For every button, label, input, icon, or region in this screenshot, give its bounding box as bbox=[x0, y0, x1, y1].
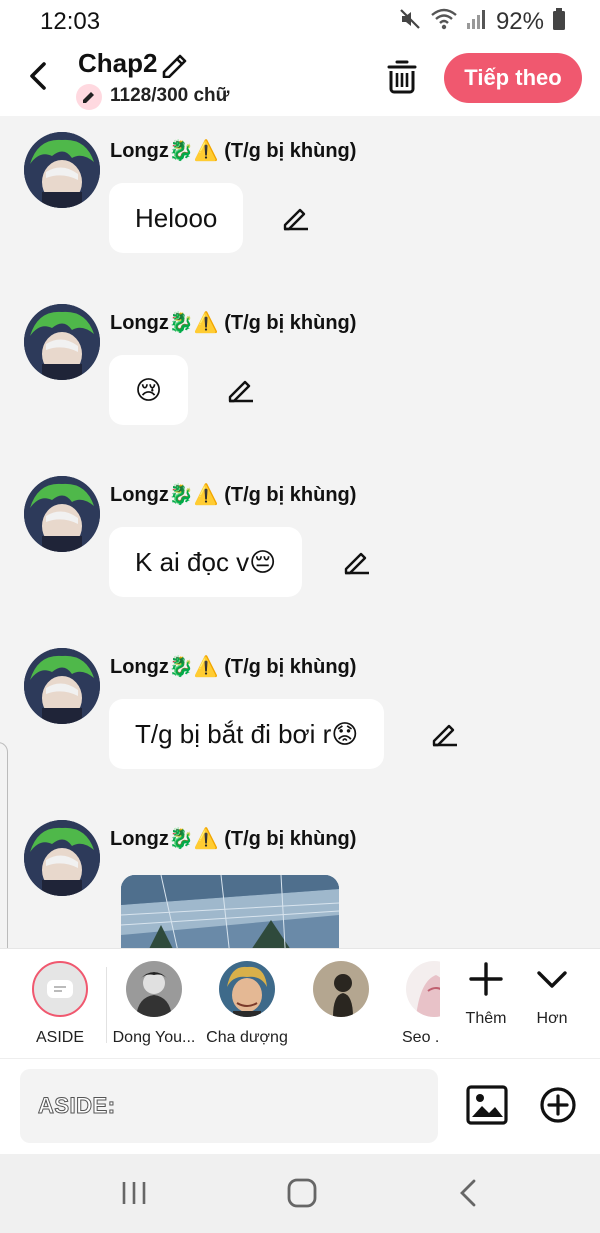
recents-icon[interactable] bbox=[114, 1178, 154, 1208]
message-bubble[interactable]: T/g bị bắt đi bơi r😟 bbox=[109, 699, 385, 769]
character-label: Seo . bbox=[402, 1029, 440, 1046]
more-label: Hơn bbox=[536, 1010, 568, 1027]
character-dong-you[interactable]: Dong You... bbox=[104, 961, 204, 1047]
message-bubble[interactable]: 😢 bbox=[109, 355, 189, 425]
character-avatar bbox=[313, 961, 369, 1017]
character-bar: ASIDE Dong You... Cha dượng Seo . Thêm H… bbox=[0, 948, 600, 1058]
plus-icon bbox=[469, 962, 503, 996]
character-label: Cha dượng bbox=[206, 1029, 288, 1046]
author-avatar[interactable] bbox=[24, 304, 100, 380]
author-avatar[interactable] bbox=[24, 820, 100, 896]
character-label: Dong You... bbox=[112, 1029, 196, 1046]
next-button[interactable]: Tiếp theo bbox=[444, 53, 582, 103]
pencil-badge-icon bbox=[76, 84, 102, 110]
header: Chap2 1128/300 chữ Tiếp theo bbox=[0, 42, 600, 116]
add-label: Thêm bbox=[465, 1010, 507, 1027]
status-time: 12:03 bbox=[40, 8, 101, 35]
nav-back-icon[interactable] bbox=[450, 1178, 490, 1208]
message-input[interactable]: ASIDE: bbox=[20, 1069, 438, 1143]
author-name: Longz🐉⚠️ (T/g bị khùng) bbox=[110, 656, 357, 678]
aside-avatar bbox=[32, 961, 88, 1017]
character-label: ASIDE bbox=[35, 1029, 84, 1046]
message-image[interactable] bbox=[121, 875, 339, 948]
character-seo[interactable]: Seo . bbox=[384, 961, 440, 1047]
back-button[interactable] bbox=[22, 56, 56, 94]
status-bar: 12:03 92% bbox=[0, 0, 600, 42]
battery-icon bbox=[552, 7, 566, 36]
add-character-button[interactable]: Thêm bbox=[456, 961, 516, 1028]
chapter-title: Chap2 bbox=[78, 48, 158, 78]
composer: ASIDE: bbox=[0, 1058, 600, 1154]
edit-message-icon[interactable] bbox=[282, 203, 310, 231]
chevron-down-icon bbox=[537, 971, 567, 988]
home-icon[interactable] bbox=[282, 1178, 322, 1208]
input-prefix: ASIDE: bbox=[38, 1093, 116, 1119]
edit-message-icon[interactable] bbox=[431, 719, 459, 747]
character-avatar bbox=[406, 961, 440, 1017]
author-avatar[interactable] bbox=[24, 476, 100, 552]
wifi-icon bbox=[430, 7, 458, 36]
character-aside[interactable]: ASIDE bbox=[10, 961, 110, 1047]
message-bubble[interactable]: Helooo bbox=[109, 183, 244, 253]
author-name: Longz🐉⚠️ (T/g bị khùng) bbox=[110, 312, 357, 334]
edit-message-icon[interactable] bbox=[227, 375, 255, 403]
word-count: 1128/300 chữ bbox=[110, 85, 230, 106]
mute-icon bbox=[398, 7, 422, 36]
author-name: Longz🐉⚠️ (T/g bị khùng) bbox=[110, 140, 357, 162]
character-avatar bbox=[126, 961, 182, 1017]
battery-percent: 92% bbox=[495, 7, 544, 35]
edge-panel-handle[interactable] bbox=[0, 742, 8, 972]
trash-button[interactable] bbox=[386, 58, 418, 94]
image-icon[interactable] bbox=[466, 1085, 508, 1125]
author-avatar[interactable] bbox=[24, 132, 100, 208]
author-avatar[interactable] bbox=[24, 648, 100, 724]
character-unnamed[interactable] bbox=[291, 961, 391, 1029]
message-bubble[interactable]: K ai đọc v😔 bbox=[109, 527, 303, 597]
edit-message-icon[interactable] bbox=[343, 547, 371, 575]
system-nav-bar bbox=[0, 1154, 600, 1233]
more-button[interactable]: Hơn bbox=[522, 961, 582, 1028]
author-name: Longz🐉⚠️ (T/g bị khùng) bbox=[110, 484, 357, 506]
edit-title-icon[interactable] bbox=[160, 50, 190, 79]
author-name: Longz🐉⚠️ (T/g bị khùng) bbox=[110, 828, 357, 850]
character-cha-duong[interactable]: Cha dượng bbox=[197, 961, 297, 1047]
character-avatar bbox=[219, 961, 275, 1017]
status-icons: 92% bbox=[398, 7, 566, 36]
add-circle-icon[interactable] bbox=[539, 1086, 577, 1124]
signal-icon bbox=[466, 8, 488, 35]
chat-area[interactable]: Longz🐉⚠️ (T/g bị khùng) Helooo Longz🐉⚠️ … bbox=[0, 116, 600, 948]
